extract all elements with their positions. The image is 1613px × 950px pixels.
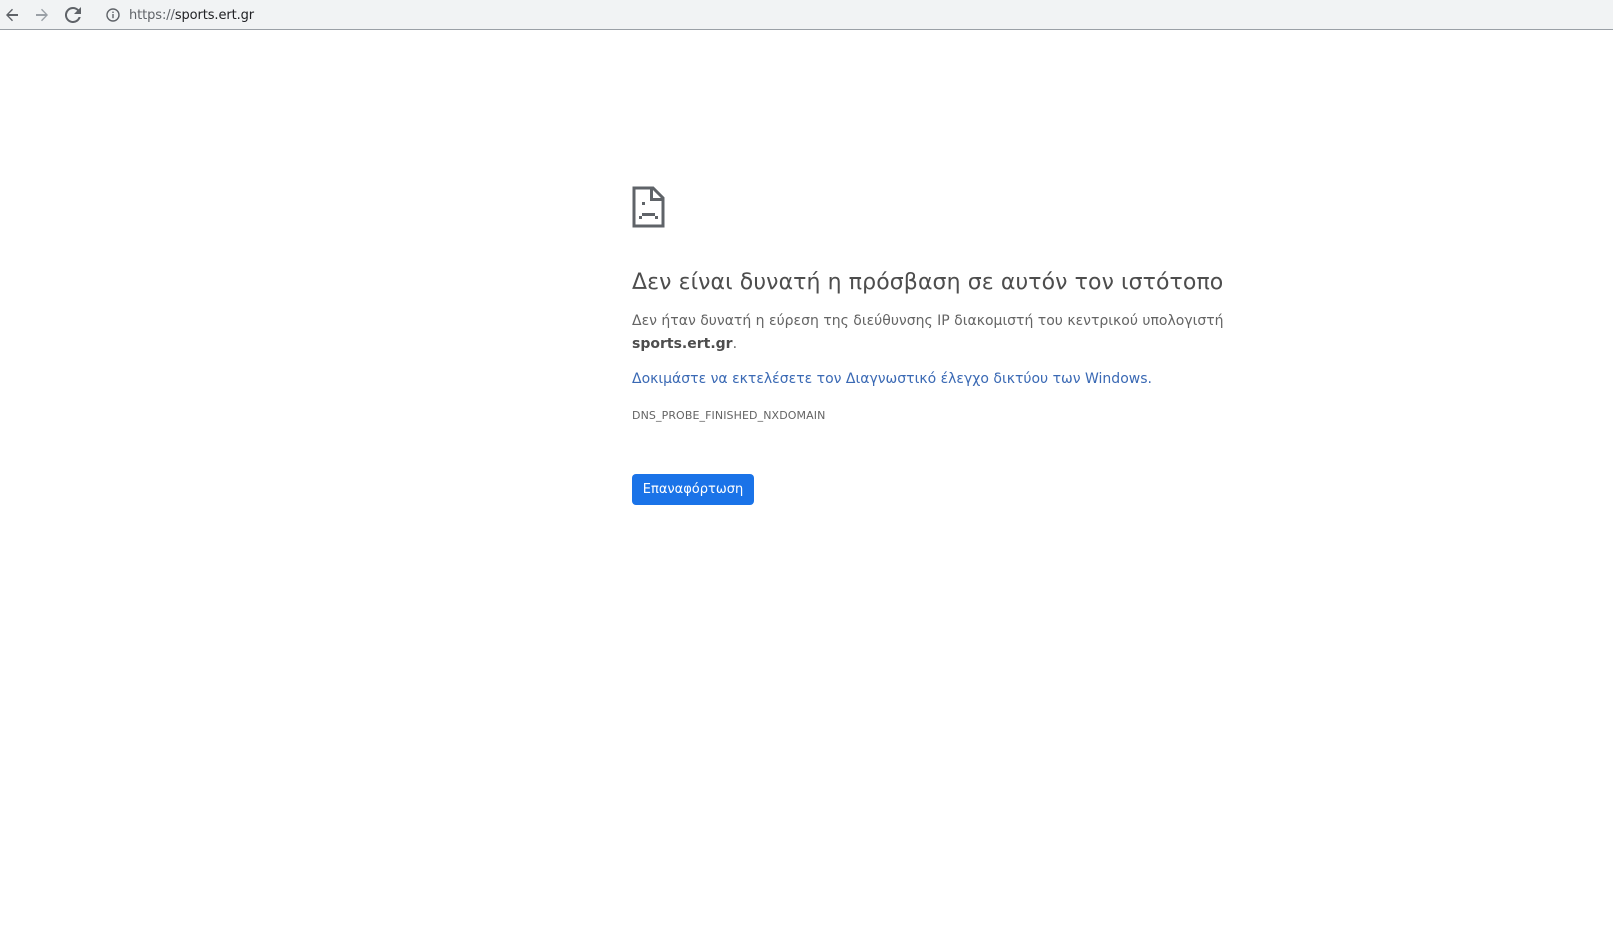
reload-nav-button[interactable] (61, 3, 85, 27)
sad-document-icon (632, 186, 665, 228)
error-description: Δεν ήταν δυνατή η εύρεση της διεύθυνσης … (632, 310, 1232, 356)
description-suffix: . (732, 336, 738, 352)
description-host: sports.ert.gr (632, 336, 733, 352)
error-title: Δεν είναι δυνατή η πρόσβαση σε αυτόν τον… (632, 270, 1224, 295)
error-content: Δεν είναι δυνατή η πρόσβαση σε αυτόν τον… (632, 186, 1232, 505)
arrow-right-icon (36, 8, 48, 22)
reload-button[interactable]: Επαναφόρτωση (632, 474, 754, 505)
arrow-left-icon (6, 8, 18, 22)
error-code: DNS_PROBE_FINISHED_NXDOMAIN (632, 409, 826, 422)
diagnostics-link[interactable]: Δοκιμάστε να εκτελέσετε τον Διαγνωστικό … (632, 371, 1232, 387)
url-scheme: https:// (129, 7, 175, 23)
url-text: https://sports.ert.gr (129, 8, 254, 23)
description-text: Δεν ήταν δυνατή η εύρεση της διεύθυνσης … (632, 313, 1224, 329)
back-button[interactable] (0, 3, 24, 27)
forward-button[interactable] (30, 3, 54, 27)
reload-icon (65, 7, 81, 23)
browser-toolbar: https://sports.ert.gr (0, 0, 1613, 30)
info-circle-icon[interactable] (106, 8, 120, 22)
address-bar[interactable]: https://sports.ert.gr (96, 1, 1613, 29)
url-host: sports.ert.gr (174, 7, 255, 23)
